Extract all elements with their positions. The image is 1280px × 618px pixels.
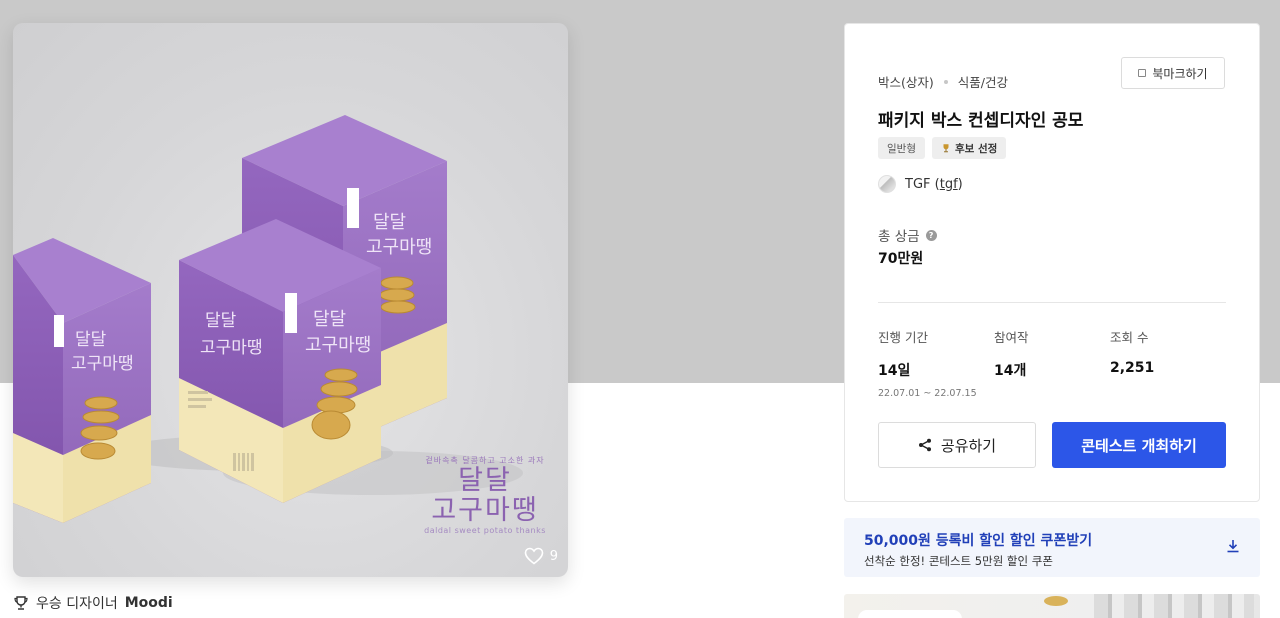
coupon-title: 50,000원 등록비 할인 할인 쿠폰받기	[864, 533, 1093, 549]
like-button[interactable]: 9	[524, 547, 558, 565]
prize-value: 70만원	[878, 251, 924, 267]
share-icon	[918, 438, 931, 452]
coupon-subtitle: 선착순 한정! 콘테스트 5만원 할인 쿠폰	[864, 554, 1053, 568]
svg-text:고구마땡: 고구마땡	[71, 354, 134, 374]
trophy-icon	[14, 596, 28, 610]
promo-product-image	[1044, 596, 1068, 606]
watermark-english: daldal sweet potato thanks	[424, 526, 546, 535]
prize-label: 총 상금	[878, 229, 920, 245]
tag-status-label: 후보 선정	[954, 142, 998, 155]
bookmark-icon	[1138, 69, 1147, 77]
entries-label: 참여작	[994, 330, 1029, 345]
share-button[interactable]: 공유하기	[878, 422, 1036, 468]
bookmark-button[interactable]: 북마크하기	[1121, 57, 1225, 89]
bookmark-label: 북마크하기	[1152, 66, 1208, 81]
contest-tags: 일반형 후보 선정	[878, 137, 1007, 159]
tag-contest-type-label: 일반형	[887, 142, 916, 155]
product-image[interactable]: 달달 고구마땡 달달 고구마땡 달달 고구마땡 달달 고구마땡 겉바속촉 달콤하…	[13, 23, 568, 577]
watermark-line1: 달달	[458, 465, 512, 496]
like-count: 9	[549, 548, 558, 564]
stat-period: 진행 기간 14일 22.07.01 ~ 22.07.15	[878, 327, 977, 399]
winner-designer: 우승 디자이너 Moodi	[13, 593, 173, 613]
svg-text:달달: 달달	[205, 311, 237, 331]
category-sub[interactable]: 식품/건강	[958, 72, 1008, 91]
host-contest-button[interactable]: 콘테스트 개최하기	[1052, 422, 1226, 468]
period-label: 진행 기간	[878, 330, 928, 345]
trophy-icon	[943, 144, 949, 153]
stat-views: 조회 수 2,251	[1110, 327, 1154, 376]
share-label: 공유하기	[940, 436, 997, 455]
svg-text:달달: 달달	[313, 309, 346, 330]
help-icon[interactable]: ?	[925, 229, 937, 241]
winner-label: 우승 디자이너	[36, 596, 118, 612]
divider	[878, 302, 1226, 303]
host-handle[interactable]: tgf	[940, 177, 958, 192]
host-name: TGF	[905, 176, 931, 192]
views-value: 2,251	[1110, 360, 1155, 376]
svg-text:고구마땡: 고구마땡	[366, 237, 432, 258]
svg-text:고구마땡: 고구마땡	[305, 335, 371, 356]
prize-label-row: 총 상금 ?	[878, 225, 937, 245]
period-dates: 22.07.01 ~ 22.07.15	[878, 388, 977, 399]
breadcrumb: 박스(상자) 식품/건강	[878, 72, 1008, 91]
views-label: 조회 수	[1110, 330, 1149, 345]
promo-badge	[858, 610, 962, 618]
contest-info-panel: 박스(상자) 식품/건강 북마크하기 패키지 박스 컨셉디자인 공모 일반형 후…	[844, 23, 1260, 502]
entries-value: 14개	[994, 363, 1027, 379]
category-main[interactable]: 박스(상자)	[878, 72, 934, 91]
promo-card[interactable]	[844, 594, 1260, 618]
tag-status: 후보 선정	[931, 137, 1007, 159]
watermark-line2: 고구마땡	[431, 495, 539, 526]
period-value: 14일	[878, 363, 911, 379]
promo-shelf-image	[1094, 594, 1254, 618]
stat-entries: 참여작 14개	[994, 327, 1029, 380]
avatar	[878, 175, 896, 193]
design-watermark: 겉바속촉 달콤하고 고소한 과자 달달 고구마땡 daldal sweet po…	[420, 455, 550, 535]
svg-text:고구마땡: 고구마땡	[200, 338, 263, 358]
contest-title: 패키지 박스 컨셉디자인 공모	[878, 111, 1084, 131]
host-info[interactable]: TGF (tgf)	[878, 175, 963, 193]
tag-contest-type: 일반형	[878, 137, 925, 159]
svg-text:달달: 달달	[373, 212, 406, 233]
winner-name[interactable]: Moodi	[125, 595, 173, 611]
heart-icon	[524, 547, 544, 565]
download-icon[interactable]	[1226, 539, 1240, 553]
coupon-banner[interactable]: 50,000원 등록비 할인 할인 쿠폰받기 선착순 한정! 콘테스트 5만원 …	[844, 518, 1260, 577]
separator-dot	[943, 79, 948, 84]
svg-text:달달: 달달	[75, 330, 107, 350]
